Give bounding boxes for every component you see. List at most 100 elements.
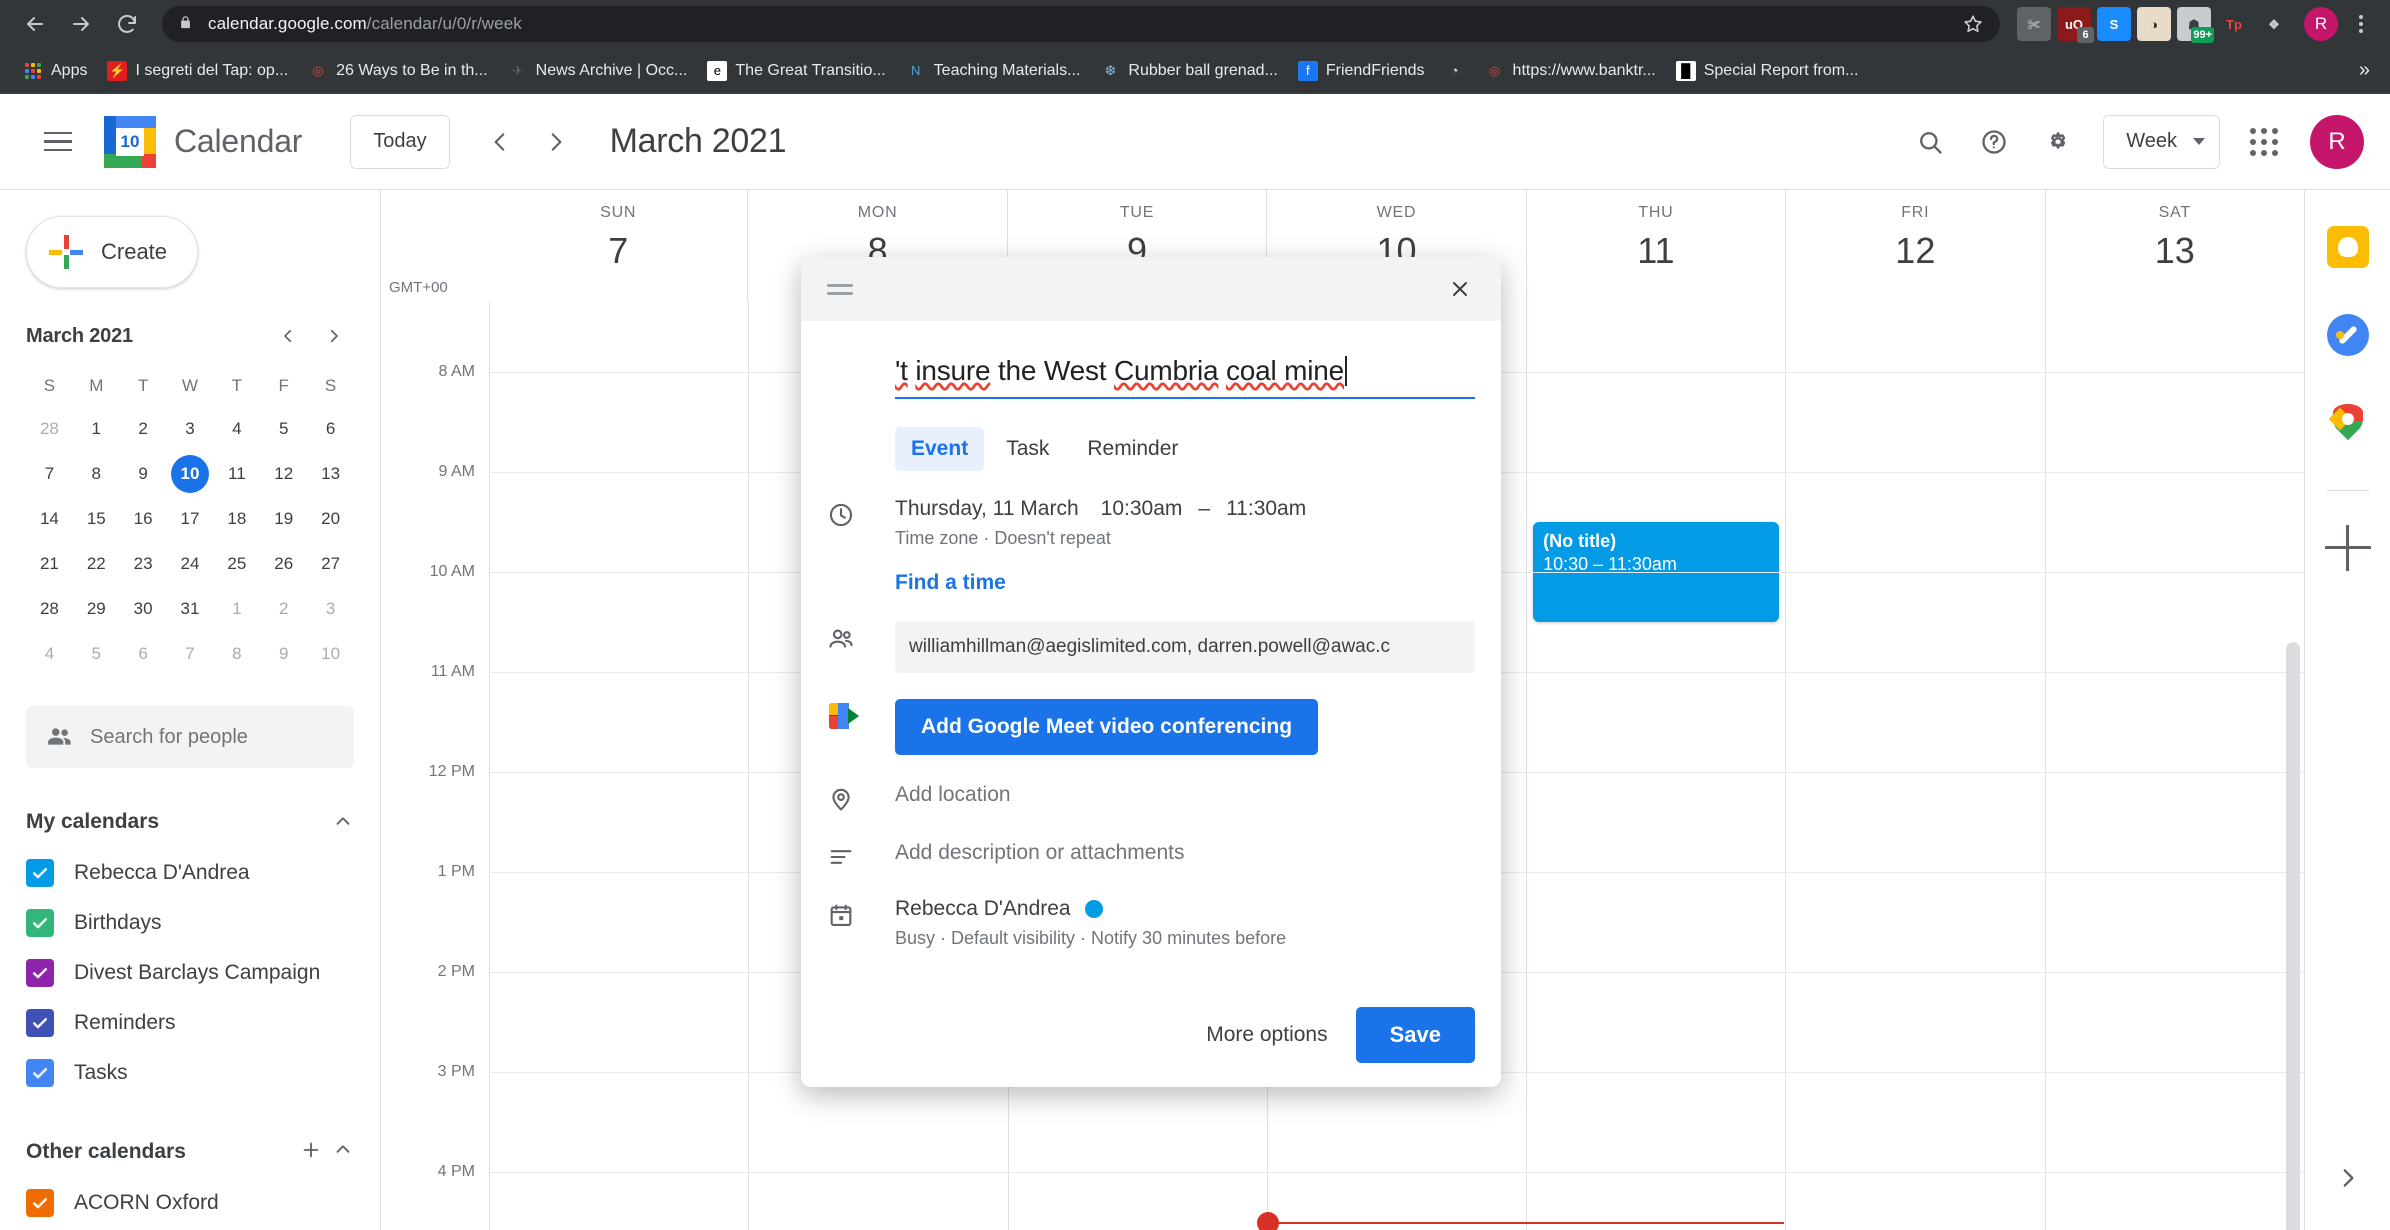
event-start-time[interactable]: 10:30am (1101, 497, 1183, 521)
calendar-checkbox[interactable] (26, 1189, 54, 1217)
search-icon[interactable] (1901, 113, 1959, 171)
forward-arrow-icon[interactable] (60, 3, 102, 45)
my-calendars-header[interactable]: My calendars (26, 802, 354, 842)
day-header-fri[interactable]: FRI 12 (1785, 190, 2044, 302)
bookmark-item[interactable]: █ Special Report from... (1667, 56, 1868, 86)
previous-period-button[interactable] (472, 114, 528, 170)
calendar-checkbox[interactable] (26, 1059, 54, 1087)
mini-calendar-next-button[interactable] (314, 316, 354, 356)
mini-calendar-day[interactable]: 7 (26, 451, 73, 496)
add-google-meet-button[interactable]: Add Google Meet video conferencing (895, 699, 1319, 755)
add-addon-icon[interactable] (2324, 525, 2371, 571)
find-a-time-link[interactable]: Find a time (895, 571, 1475, 595)
mini-calendar-day[interactable]: 1 (213, 586, 260, 631)
gear-icon[interactable] (2029, 113, 2087, 171)
mini-calendar-day[interactable]: 9 (260, 631, 307, 676)
mini-calendar-day[interactable]: 4 (26, 631, 73, 676)
create-button[interactable]: Create (26, 216, 198, 288)
mini-calendar-day[interactable]: 15 (73, 496, 120, 541)
event-busy-visibility-notify[interactable]: Busy · Default visibility · Notify 30 mi… (895, 928, 1475, 949)
mini-calendar-day[interactable]: 3 (307, 586, 354, 631)
calendar-event-chip[interactable]: (No title) 10:30 – 11:30am (1533, 522, 1780, 622)
help-icon[interactable] (1965, 113, 2023, 171)
mini-calendar-day[interactable]: 2 (260, 586, 307, 631)
mini-calendar-day[interactable]: 20 (307, 496, 354, 541)
account-avatar[interactable]: R (2310, 114, 2364, 169)
view-selector[interactable]: Week (2103, 114, 2220, 169)
mini-calendar-day[interactable]: 22 (73, 541, 120, 586)
mini-calendar-day[interactable]: 25 (213, 541, 260, 586)
mini-calendar-day[interactable]: 5 (73, 631, 120, 676)
privacy-badger-extension[interactable]: ☗ 99+ (2177, 7, 2214, 43)
mini-calendar-day[interactable]: 16 (120, 496, 167, 541)
day-header-thu[interactable]: THU 11 (1525, 190, 1785, 302)
main-menu-icon[interactable] (26, 110, 90, 174)
mini-calendar-day[interactable]: 11 (213, 451, 260, 496)
back-arrow-icon[interactable] (14, 3, 56, 45)
event-date[interactable]: Thursday, 11 March (895, 497, 1079, 521)
ghostery-extension[interactable]: ◑ (2137, 7, 2171, 41)
browser-menu-icon[interactable] (2346, 15, 2376, 33)
day-header-sat[interactable]: SAT 13 (2044, 190, 2304, 302)
event-type-tab-reminder[interactable]: Reminder (1071, 427, 1194, 471)
my-calendar-item[interactable]: Tasks (0, 1048, 380, 1098)
browser-profile-avatar[interactable]: R (2304, 7, 2338, 41)
day-column-fri[interactable] (1785, 302, 2044, 1230)
bookmark-item[interactable]: ◎ https://www.banktr... (1476, 56, 1665, 86)
event-timezone-repeat[interactable]: Time zone · Doesn't repeat (895, 528, 1475, 549)
bookmark-item[interactable]: ✈ News Archive | Occ... (499, 56, 697, 86)
guests-input[interactable]: williamhillman@aegislimited.com, darren.… (895, 621, 1475, 673)
mini-calendar-prev-button[interactable] (268, 316, 308, 356)
mini-calendar-day[interactable]: 6 (307, 406, 354, 451)
bookmark-item[interactable]: ❆ Rubber ball grenad... (1091, 56, 1286, 86)
search-for-people-input[interactable]: Search for people (26, 706, 354, 768)
other-calendars-header[interactable]: Other calendars (26, 1132, 354, 1172)
other-calendars-collapse-icon[interactable] (332, 1139, 354, 1166)
mini-calendar-day[interactable]: 14 (26, 496, 73, 541)
ublock-origin-extension[interactable]: uO 6 (2057, 7, 2094, 43)
bookmark-item[interactable]: f FriendFriends (1289, 56, 1434, 86)
bookmark-item[interactable]: N Teaching Materials... (897, 56, 1090, 86)
mini-calendar-day[interactable]: 18 (213, 496, 260, 541)
next-period-button[interactable] (528, 114, 584, 170)
address-bar[interactable]: calendar.google.com/calendar/u/0/r/week (162, 6, 2000, 42)
mini-calendar-day[interactable]: 1 (73, 406, 120, 451)
mini-calendar-day[interactable]: 24 (167, 541, 214, 586)
mini-calendar-day-today[interactable]: 10 (167, 451, 214, 496)
mini-calendar-day[interactable]: 2 (120, 406, 167, 451)
event-location-row[interactable]: Add location (827, 781, 1475, 813)
mini-calendar-day[interactable]: 7 (167, 631, 214, 676)
day-column-sat[interactable] (2044, 302, 2304, 1230)
google-tasks-icon[interactable] (2321, 308, 2375, 362)
day-column-thu[interactable]: (No title) 10:30 – 11:30am (1526, 302, 1785, 1230)
mini-calendar-day[interactable]: 4 (213, 406, 260, 451)
event-type-tab-event[interactable]: Event (895, 427, 985, 471)
google-apps-grid-icon[interactable] (2250, 127, 2278, 156)
mini-calendar-day[interactable]: 12 (260, 451, 307, 496)
bookmark-item[interactable]: ◎ 26 Ways to Be in th... (299, 56, 496, 86)
mini-calendar-day[interactable]: 8 (73, 451, 120, 496)
calendar-checkbox[interactable] (26, 859, 54, 887)
my-calendar-item[interactable]: Reminders (0, 998, 380, 1048)
my-calendar-item[interactable]: Divest Barclays Campaign (0, 948, 380, 998)
mini-calendar-day[interactable]: 8 (213, 631, 260, 676)
mini-calendar-day[interactable]: 28 (26, 406, 73, 451)
mini-calendar-day[interactable]: 17 (167, 496, 214, 541)
bookmark-item[interactable]: ⚡ I segreti del Tap: op... (98, 56, 297, 86)
mini-calendar-day[interactable]: 5 (260, 406, 307, 451)
event-title-input[interactable]: 't insure the West Cumbria coal mine (895, 351, 1475, 399)
bookmarks-overflow-icon[interactable]: » (2359, 59, 2376, 82)
my-calendar-item[interactable]: Birthdays (0, 898, 380, 948)
mini-calendar-day[interactable]: 23 (120, 541, 167, 586)
event-type-tab-task[interactable]: Task (990, 427, 1065, 471)
google-keep-icon[interactable] (2321, 220, 2375, 274)
day-header-sun[interactable]: SUN 7 (489, 190, 747, 302)
event-color-dot[interactable] (1084, 900, 1103, 918)
bookmark-star-icon[interactable] (1952, 13, 1984, 35)
grid-scrollbar[interactable] (2286, 642, 2300, 1230)
mini-calendar-day[interactable]: 28 (26, 586, 73, 631)
extensions-puzzle-icon[interactable]: ❖ (2257, 7, 2291, 41)
mini-calendar-day[interactable]: 30 (120, 586, 167, 631)
mini-calendar-day[interactable]: 31 (167, 586, 214, 631)
my-calendars-collapse-icon[interactable] (332, 811, 354, 833)
